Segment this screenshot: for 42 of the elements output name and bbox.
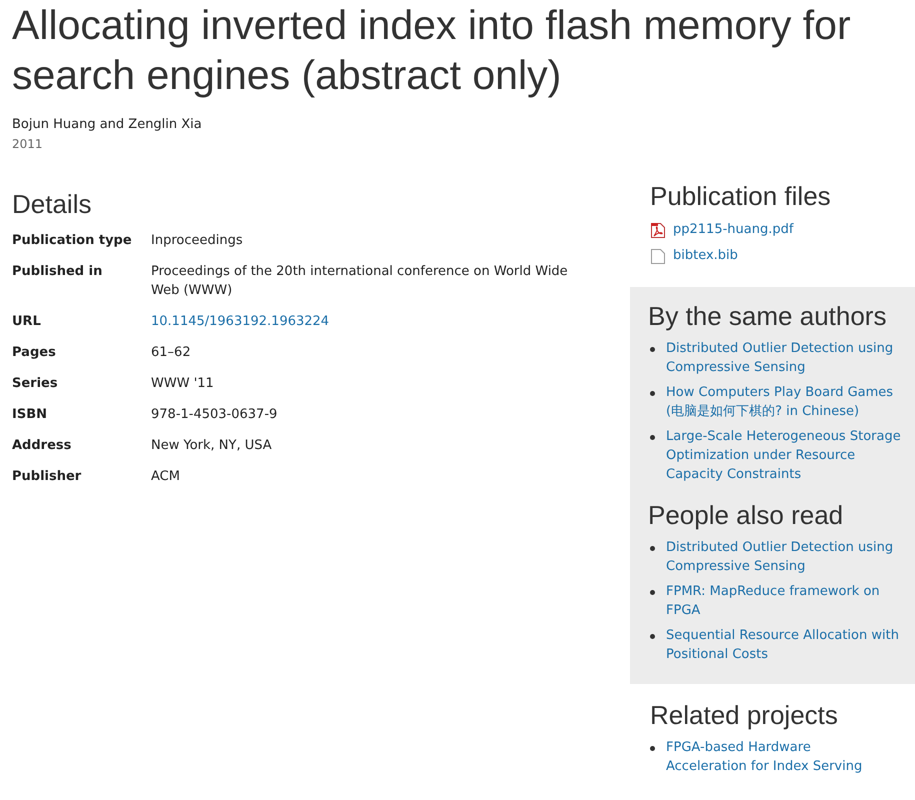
detail-value: ACM — [151, 468, 181, 486]
section-heading: Details — [12, 189, 92, 219]
related-link[interactable]: Distributed Outlier Detection using Compressive Sensing — [666, 339, 907, 377]
file-icon — [650, 248, 666, 264]
detail-value: Inproceedings — [151, 232, 244, 250]
related-link[interactable]: Distributed Outlier Detection using Compressive Sensing — [666, 538, 907, 576]
related-link[interactable]: FPGA-based Hardware Acceleration for Index Serving — [666, 738, 883, 776]
author-names: Bojun Huang and Zenglin Xia — [12, 116, 203, 134]
detail-label: Pages — [12, 344, 57, 362]
section-heading: People also read — [648, 500, 844, 530]
detail-label: Publication type — [12, 232, 133, 250]
section-heading: Publication files — [650, 181, 832, 211]
pdf-file-icon — [650, 222, 666, 238]
detail-value: 61–62 — [151, 344, 192, 362]
bullet-icon — [650, 634, 655, 639]
section-heading: By the same authors — [648, 301, 888, 331]
detail-value: 978-1-4503-0637-9 — [151, 406, 278, 424]
related-link[interactable]: Large-Scale Heterogeneous Storage Optimization under Resource Capacity Constraints — [666, 427, 907, 484]
detail-value: WWW '11 — [151, 375, 215, 393]
detail-label: Series — [12, 375, 59, 393]
page-title: Allocating inverted index into flash memory for search engines (abstract only) — [12, 1, 852, 100]
publication-year: 2011 — [12, 136, 44, 153]
section-heading: Related projects — [650, 700, 839, 730]
doi-link[interactable]: 10.1145/1963192.1963224 — [151, 312, 330, 331]
detail-label: ISBN — [12, 406, 48, 424]
bullet-icon — [650, 435, 655, 440]
file-link[interactable]: pp2115-huang.pdf — [673, 221, 794, 239]
bullet-icon — [650, 391, 655, 396]
detail-value: Proceedings of the 20th international conference on World Wide Web (WWW) — [151, 263, 569, 300]
bullet-icon — [650, 347, 655, 352]
detail-label: URL — [12, 313, 42, 331]
detail-label: Address — [12, 437, 72, 455]
related-link[interactable]: FPMR: MapReduce framework on FPGA — [666, 582, 907, 620]
file-link[interactable]: bibtex.bib — [673, 247, 738, 265]
related-link[interactable]: Sequential Resource Allocation with Positional Costs — [666, 626, 907, 664]
bullet-icon — [650, 590, 655, 595]
detail-label: Publisher — [12, 468, 82, 486]
bullet-icon — [650, 746, 655, 751]
detail-value: New York, NY, USA — [151, 437, 273, 455]
bullet-icon — [650, 546, 655, 551]
related-link[interactable]: How Computers Play Board Games (电脑是如何下棋的? in Chinese) — [666, 383, 907, 421]
detail-label: Published in — [12, 263, 104, 281]
